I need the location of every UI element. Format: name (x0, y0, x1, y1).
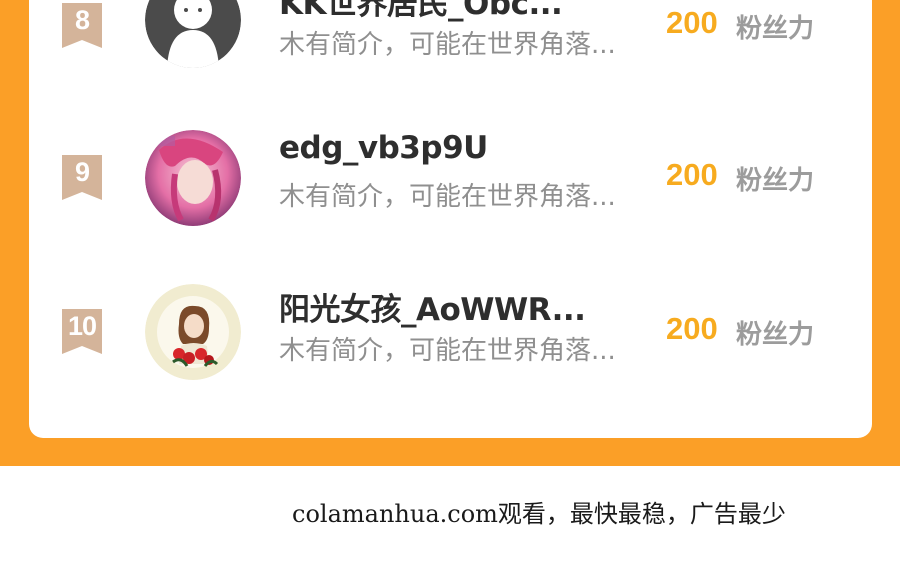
fan-power-label: 粉丝力 (736, 14, 815, 44)
user-bio: 木有简介，可能在世界角落... (279, 30, 616, 60)
rank-number: 10 (67, 311, 97, 341)
fan-power-score: 200 (666, 311, 718, 346)
default-user-avatar-icon[interactable] (145, 0, 241, 68)
rank-badge: 10 (60, 307, 104, 357)
ranking-row[interactable]: 8 KK世界居民_Obc... 木有简介，可能在世界角落... 200 粉丝力 (29, 0, 872, 90)
ranking-row[interactable]: 10 阳光女孩_AoWWR... 木有简介，可能在世界角落... 200 粉丝力 (29, 284, 872, 396)
user-name[interactable]: KK世界居民_Obc... (279, 0, 563, 23)
pink-hair-character-avatar-icon[interactable] (145, 130, 241, 226)
rank-badge: 9 (60, 153, 104, 203)
rank-number: 8 (74, 5, 90, 35)
rank-number: 9 (74, 157, 90, 187)
ranking-row[interactable]: 9 edg_vb3p9U 木有简介，可能在世界角落... 200 粉丝力 (29, 130, 872, 242)
user-name[interactable]: 阳光女孩_AoWWR... (279, 284, 586, 329)
user-name[interactable]: edg_vb3p9U (279, 130, 488, 166)
rank-badge: 8 (60, 1, 104, 51)
fan-power-label: 粉丝力 (736, 320, 815, 350)
fan-power-score: 200 (666, 5, 718, 40)
girl-with-roses-avatar-icon[interactable] (145, 284, 241, 380)
user-bio: 木有简介，可能在世界角落... (279, 336, 616, 366)
fan-power-label: 粉丝力 (736, 166, 815, 196)
fan-power-score: 200 (666, 157, 718, 192)
site-watermark: colamanhua.com观看，最快最稳，广告最少 (292, 500, 786, 528)
user-bio: 木有简介，可能在世界角落... (279, 182, 616, 212)
fan-ranking-card: 8 KK世界居民_Obc... 木有简介，可能在世界角落... 200 粉丝力 … (29, 0, 872, 438)
